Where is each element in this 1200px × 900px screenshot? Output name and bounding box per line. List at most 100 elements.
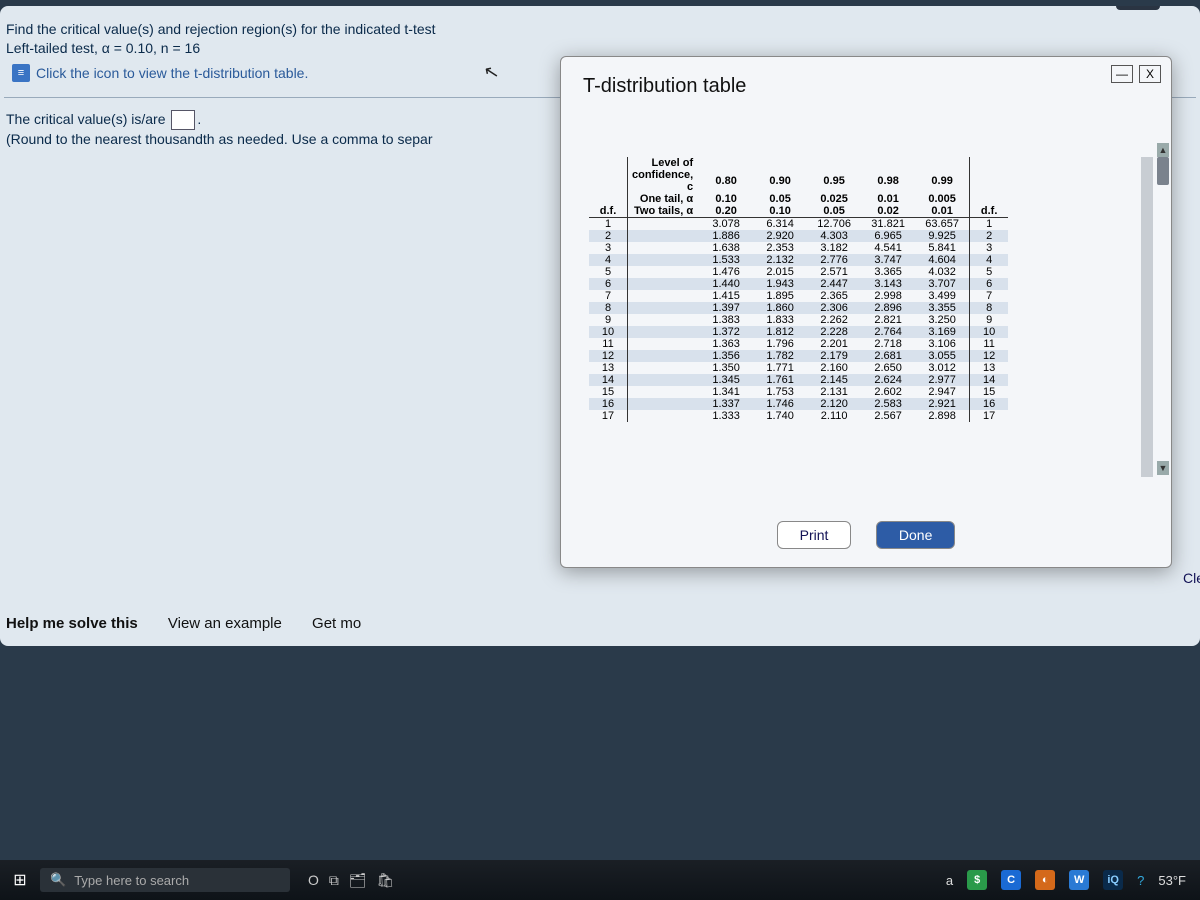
table-cell: 1.333 xyxy=(699,410,753,422)
table-header-cell: 0.10 xyxy=(753,205,807,218)
table-cell: 2.921 xyxy=(915,398,970,410)
table-cell: 1.812 xyxy=(753,326,807,338)
table-cell: 1 xyxy=(970,218,1009,231)
modal-buttons: Print Done xyxy=(561,521,1171,549)
table-cell: 10 xyxy=(970,326,1009,338)
table-cell: 2.681 xyxy=(861,350,915,362)
table-cell: 31.821 xyxy=(861,218,915,231)
table-cell: 6.314 xyxy=(753,218,807,231)
table-cell: 3.012 xyxy=(915,362,970,374)
table-header-cell xyxy=(861,157,915,169)
table-cell: 2.821 xyxy=(861,314,915,326)
table-scroll[interactable]: Level ofconfidence, c0.800.900.950.980.9… xyxy=(583,157,1153,477)
taskbar-pinned: O ⧉ 🗂 🛍 xyxy=(308,872,394,889)
table-cell xyxy=(628,290,700,302)
table-cell: 4.032 xyxy=(915,266,970,278)
table-cell: 2.650 xyxy=(861,362,915,374)
windows-taskbar: ⊞ 🔍 Type here to search O ⧉ 🗂 🛍 a $ C ◐ … xyxy=(0,860,1200,900)
help-icon[interactable]: ? xyxy=(1137,873,1144,888)
table-cell: 2.179 xyxy=(807,350,861,362)
start-button[interactable]: ⊞ xyxy=(0,870,40,890)
iq-icon[interactable]: iQ xyxy=(1103,870,1123,890)
table-cell: 4 xyxy=(970,254,1009,266)
modal-title: T-distribution table xyxy=(583,75,746,98)
question-line-1: Find the critical value(s) and rejection… xyxy=(0,20,1200,39)
table-cell: 2.228 xyxy=(807,326,861,338)
table-header-cell: 0.90 xyxy=(753,169,807,193)
taskbar-search[interactable]: 🔍 Type here to search xyxy=(40,868,290,892)
table-cell: 17 xyxy=(589,410,628,422)
table-cell: 4.541 xyxy=(861,242,915,254)
table-cell: 1.895 xyxy=(753,290,807,302)
weather-temp[interactable]: 53°F xyxy=(1158,873,1186,888)
table-cell: 2.015 xyxy=(753,266,807,278)
cortana-icon[interactable]: O xyxy=(308,872,319,888)
table-cell: 2.571 xyxy=(807,266,861,278)
table-cell: 2.977 xyxy=(915,374,970,386)
table-cell xyxy=(628,410,700,422)
table-cell: 2.567 xyxy=(861,410,915,422)
table-cell xyxy=(628,326,700,338)
tray-app-s[interactable]: $ xyxy=(967,870,987,890)
table-cell: 2.160 xyxy=(807,362,861,374)
table-header-cell xyxy=(699,157,753,169)
tray-a-icon[interactable]: a xyxy=(946,873,953,888)
minimize-icon[interactable]: — xyxy=(1111,65,1133,83)
scroll-up-icon[interactable]: ▲ xyxy=(1157,143,1169,157)
question-line-2: Left-tailed test, α = 0.10, n = 16 xyxy=(0,39,1200,58)
close-icon[interactable]: X xyxy=(1139,65,1161,83)
scroll-down-icon[interactable]: ▼ xyxy=(1157,461,1169,475)
table-cell: 1.782 xyxy=(753,350,807,362)
table-cell: 1.440 xyxy=(699,278,753,290)
table-cell: 7 xyxy=(589,290,628,302)
table-cell: 9 xyxy=(970,314,1009,326)
table-cell: 2.306 xyxy=(807,302,861,314)
table-cell: 2.998 xyxy=(861,290,915,302)
table-header-cell: d.f. xyxy=(589,205,628,218)
table-cell: 16 xyxy=(970,398,1009,410)
scrollbar-thumb[interactable] xyxy=(1157,157,1169,185)
table-cell: 2.764 xyxy=(861,326,915,338)
search-placeholder: Type here to search xyxy=(74,873,189,888)
table-link[interactable]: ≡ Click the icon to view the t-distribut… xyxy=(0,64,308,83)
table-header-cell: 0.01 xyxy=(915,205,970,218)
table-cell xyxy=(628,218,700,231)
table-cell: 1.638 xyxy=(699,242,753,254)
edge-icon[interactable]: C xyxy=(1001,870,1021,890)
table-cell: 9.925 xyxy=(915,230,970,242)
table-cell: 16 xyxy=(589,398,628,410)
done-button[interactable]: Done xyxy=(876,521,955,549)
task-view-icon[interactable]: ⧉ xyxy=(329,872,339,889)
table-header-cell xyxy=(753,157,807,169)
table-cell xyxy=(628,374,700,386)
table-cell xyxy=(628,314,700,326)
table-cell: 3.499 xyxy=(915,290,970,302)
explorer-icon[interactable]: 🗂 xyxy=(349,872,367,889)
get-more-link[interactable]: Get mo xyxy=(312,615,361,632)
table-cell: 1.796 xyxy=(753,338,807,350)
table-cell: 8 xyxy=(589,302,628,314)
table-cell xyxy=(628,386,700,398)
answer-input[interactable] xyxy=(171,110,195,130)
table-header-cell: 0.20 xyxy=(699,205,753,218)
clear-button[interactable]: Cle xyxy=(1183,570,1200,586)
print-button[interactable]: Print xyxy=(777,521,852,549)
word-icon[interactable]: W xyxy=(1069,870,1089,890)
table-cell: 3.707 xyxy=(915,278,970,290)
table-cell: 6 xyxy=(970,278,1009,290)
table-cell xyxy=(628,398,700,410)
table-cell xyxy=(628,350,700,362)
table-cell: 1.341 xyxy=(699,386,753,398)
table-cell: 2.120 xyxy=(807,398,861,410)
table-cell: 3.106 xyxy=(915,338,970,350)
table-header-cell: d.f. xyxy=(970,205,1009,218)
store-icon[interactable]: 🛍 xyxy=(377,872,395,889)
table-header-cell xyxy=(589,157,628,169)
table-cell: 1.761 xyxy=(753,374,807,386)
help-solve-link[interactable]: Help me solve this xyxy=(6,615,138,632)
tray-app-o[interactable]: ◐ xyxy=(1035,870,1055,890)
view-example-link[interactable]: View an example xyxy=(168,615,282,632)
table-cell: 11 xyxy=(970,338,1009,350)
table-header-cell xyxy=(807,157,861,169)
table-cell: 12 xyxy=(589,350,628,362)
